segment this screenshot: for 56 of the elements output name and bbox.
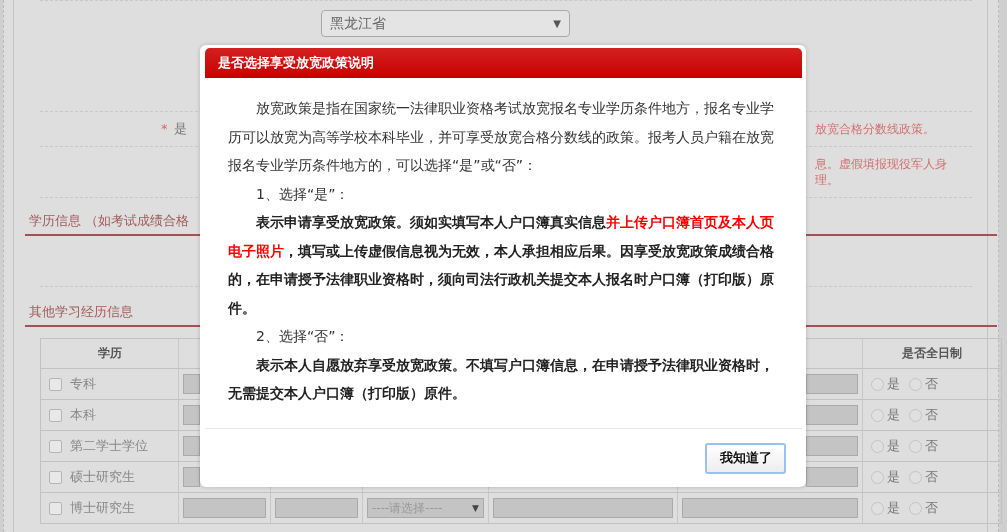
checkbox[interactable] xyxy=(49,439,62,453)
radio-button[interactable] xyxy=(871,439,884,453)
paragraph: 2、选择“否”： xyxy=(255,327,351,346)
checkbox[interactable] xyxy=(49,470,62,484)
input-field[interactable] xyxy=(183,467,200,487)
radio-label: 否 xyxy=(925,437,938,455)
radio-label: 是 xyxy=(887,406,900,424)
input-field[interactable] xyxy=(806,405,858,425)
input-field[interactable] xyxy=(183,498,266,518)
column-header: 是否全日制 xyxy=(902,345,962,362)
input-field[interactable] xyxy=(806,436,858,456)
input-field[interactable] xyxy=(806,467,858,487)
input-field[interactable] xyxy=(806,374,858,394)
radio-button[interactable] xyxy=(871,470,884,484)
radio-button[interactable] xyxy=(909,439,922,453)
input-field[interactable] xyxy=(183,374,200,394)
paragraph: 表示本人自愿放弃享受放宽政策。不填写户口簿信息，在申请授予法律职业资格时，无需提交本人户口簿（打印版）原件。 xyxy=(228,355,774,403)
input-field[interactable] xyxy=(275,498,358,518)
input-field[interactable] xyxy=(682,498,858,518)
paragraph: 放宽政策是指在国家统一法律职业资格考试放宽报名专业学历条件地方，报名专业学历可以放宽为高等学校本科毕业，并可享受放宽合格分数线的政策。报考人员户籍在放宽报名专业学历条件地方的，可以选择“是”或“否”： xyxy=(228,99,774,175)
province-select[interactable]: 黑龙江省 ▼ xyxy=(321,10,570,37)
dialog-title: 是否选择享受放宽政策说明 xyxy=(205,48,802,78)
field-label: 是 xyxy=(173,121,187,136)
notice-line: 理。 xyxy=(815,172,840,188)
radio-button[interactable] xyxy=(871,408,884,422)
radio-label: 否 xyxy=(925,406,938,424)
degree-label: 第二学士学位 xyxy=(70,437,148,455)
radio-label: 是 xyxy=(887,437,900,455)
checkbox[interactable] xyxy=(49,501,62,515)
degree-label: 专科 xyxy=(70,375,96,393)
radio-label: 是 xyxy=(887,468,900,486)
column-header: 学历 xyxy=(97,345,122,362)
checkbox[interactable] xyxy=(49,408,62,422)
radio-label: 是 xyxy=(887,375,900,393)
degree-label: 硕士研究生 xyxy=(70,468,135,486)
radio-label: 否 xyxy=(925,468,938,486)
notice-line: 息。虚假填报现役军人身 xyxy=(815,156,948,172)
radio-button[interactable] xyxy=(909,377,922,391)
degree-label: 本科 xyxy=(70,406,96,424)
radio-button[interactable] xyxy=(871,377,884,391)
checkbox[interactable] xyxy=(49,377,62,391)
radio-button[interactable] xyxy=(909,470,922,484)
input-field[interactable] xyxy=(493,498,673,518)
policy-note: 放宽合格分数线政策。 xyxy=(815,120,935,138)
required-mark: * xyxy=(161,121,168,136)
degree-label: 博士研究生 xyxy=(70,499,135,517)
radio-button[interactable] xyxy=(909,408,922,422)
ok-button[interactable]: 我知道了 xyxy=(705,442,786,474)
input-field[interactable] xyxy=(183,405,200,425)
radio-button[interactable] xyxy=(909,501,922,515)
radio-label: 是 xyxy=(887,499,900,517)
input-field[interactable] xyxy=(183,436,200,456)
radio-button[interactable] xyxy=(871,501,884,515)
paragraph: 1、选择“是”： xyxy=(255,184,351,204)
radio-label: 否 xyxy=(925,375,938,393)
radio-label: 否 xyxy=(925,499,938,517)
